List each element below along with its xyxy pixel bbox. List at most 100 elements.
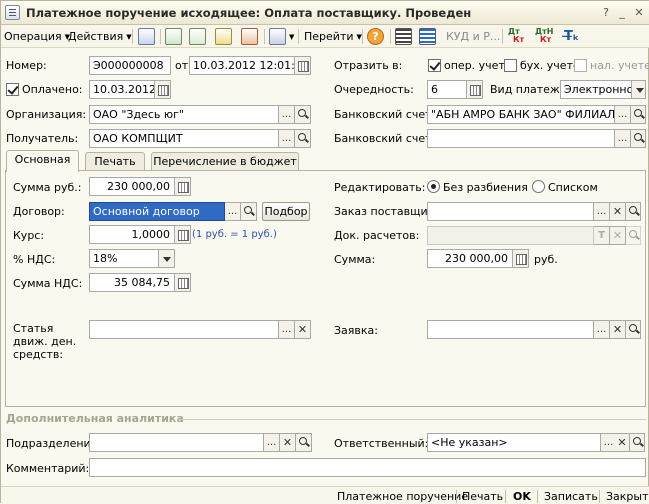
clear-icon[interactable]: ✕ xyxy=(280,433,296,452)
search-icon[interactable] xyxy=(626,202,641,221)
tax-accounting-checkbox[interactable] xyxy=(574,59,587,72)
print-payment-order-link[interactable]: Платежное поручение xyxy=(337,490,468,503)
search-icon[interactable] xyxy=(241,202,257,221)
close-button[interactable]: Закрыть xyxy=(606,490,649,503)
select-ellipsis-icon[interactable]: ... xyxy=(615,105,631,124)
kudir-button[interactable]: КУД и Р... xyxy=(446,28,500,45)
sum2-field[interactable]: 230 000,00 xyxy=(427,249,513,268)
based-on-dropdown[interactable]: ▼ xyxy=(286,28,294,45)
tab-main[interactable]: Основная xyxy=(6,150,79,172)
ok-button[interactable]: OK xyxy=(513,490,531,503)
edit-no-split-radio[interactable] xyxy=(427,180,440,193)
clear-icon[interactable]: ✕ xyxy=(295,320,311,339)
select-ellipsis-icon[interactable]: ... xyxy=(279,320,295,339)
save-button[interactable]: Записать xyxy=(544,490,598,503)
clear-icon[interactable]: ✕ xyxy=(615,433,630,452)
post-icon[interactable] xyxy=(215,28,232,45)
oper-accounting-label: опер. учете xyxy=(444,59,512,72)
recipient-field[interactable]: ОАО КОМПЩИТ xyxy=(89,129,279,148)
edit-list-radio[interactable] xyxy=(532,180,545,193)
document-window: Платежное поручение исходящее: Оплата по… xyxy=(0,0,649,504)
operation-menu[interactable]: Операция ▼ xyxy=(4,28,70,45)
calculator-icon[interactable] xyxy=(175,225,191,244)
clear-icon[interactable]: ✕ xyxy=(610,320,626,339)
responsible-label: Ответственный: xyxy=(334,437,429,450)
vat-sum-field[interactable]: 35 084,75 xyxy=(89,273,175,292)
buh-accounting-checkbox[interactable] xyxy=(504,59,517,72)
vat-select[interactable]: 18% xyxy=(89,249,159,268)
chevron-down-icon[interactable] xyxy=(632,80,646,99)
sum-field[interactable]: 230 000,00 xyxy=(89,177,175,196)
based-on-icon[interactable] xyxy=(269,28,286,45)
recipient-bank-field[interactable] xyxy=(427,129,615,148)
calculator-icon[interactable] xyxy=(175,177,191,196)
select-contract-button[interactable]: Подбор xyxy=(262,202,310,221)
clear-icon[interactable]: ✕ xyxy=(610,202,626,221)
comment-field[interactable] xyxy=(89,458,646,477)
select-ellipsis-icon[interactable]: ... xyxy=(594,320,610,339)
select-ellipsis-icon[interactable]: ... xyxy=(264,433,280,452)
paid-label: Оплачено: xyxy=(22,83,83,96)
tax-accounting-label: нал. учете xyxy=(590,59,649,72)
chevron-down-icon[interactable] xyxy=(159,249,175,268)
calendar-icon[interactable] xyxy=(467,80,483,99)
responsible-field[interactable]: <Не указан> xyxy=(427,433,601,452)
request-field[interactable] xyxy=(427,320,594,339)
select-ellipsis-icon[interactable]: ... xyxy=(225,202,241,221)
search-icon[interactable] xyxy=(626,320,641,339)
search-icon[interactable] xyxy=(296,433,312,452)
dtn-kt-icon[interactable]: ДтН Кт xyxy=(535,28,553,45)
minimize-icon[interactable]: _ xyxy=(615,6,629,20)
org-label: Организация: xyxy=(6,108,87,121)
org-field[interactable]: ОАО "Здесь юг" xyxy=(89,105,279,124)
unpost-icon[interactable] xyxy=(241,28,258,45)
tax-icon[interactable]: T̶ₖ xyxy=(564,28,579,45)
tab-budget-transfer[interactable]: Перечисление в бюджет xyxy=(151,152,299,172)
priority-field[interactable]: 6 xyxy=(427,80,467,99)
actions-menu[interactable]: Действия ▼ xyxy=(68,28,132,45)
save-doc-icon[interactable] xyxy=(138,28,155,45)
department-field[interactable] xyxy=(89,433,264,452)
calendar-icon[interactable] xyxy=(295,56,311,75)
tab-print[interactable]: Печать xyxy=(85,152,145,172)
copy-icon[interactable] xyxy=(189,28,206,45)
recipient-bank-label: Банковский счет: xyxy=(334,132,436,145)
date-field[interactable]: 10.03.2012 12:01:49 xyxy=(189,56,295,75)
select-ellipsis-icon[interactable]: ... xyxy=(615,129,631,148)
contract-field[interactable]: Основной договор xyxy=(89,202,225,221)
calendar-icon[interactable] xyxy=(155,80,171,99)
refresh-icon[interactable] xyxy=(165,28,182,45)
paid-checkbox[interactable] xyxy=(6,83,19,96)
print-button[interactable]: Печать xyxy=(462,490,503,503)
type-icon[interactable]: T xyxy=(594,226,610,245)
select-ellipsis-icon[interactable]: ... xyxy=(279,105,295,124)
number-field[interactable]: Э000000008 xyxy=(89,56,171,75)
paid-date-field[interactable]: 10.03.2012 xyxy=(89,80,155,99)
structure-icon[interactable] xyxy=(419,28,436,45)
search-icon[interactable] xyxy=(295,129,311,148)
search-icon[interactable] xyxy=(631,105,646,124)
goto-menu[interactable]: Перейти ▼ xyxy=(304,28,362,45)
clear-icon[interactable]: ✕ xyxy=(610,226,626,245)
recipient-label: Получатель: xyxy=(6,132,79,145)
rate-field[interactable]: 1,0000 xyxy=(89,225,175,244)
search-icon[interactable] xyxy=(631,129,646,148)
calculator-icon[interactable] xyxy=(513,249,529,268)
select-ellipsis-icon[interactable]: ... xyxy=(279,129,295,148)
list-icon[interactable] xyxy=(395,28,412,45)
settlement-doc-field[interactable] xyxy=(427,226,594,245)
cashflow-field[interactable] xyxy=(89,320,279,339)
oper-accounting-checkbox[interactable] xyxy=(428,59,441,72)
calculator-icon[interactable] xyxy=(175,273,191,292)
select-ellipsis-icon[interactable]: ... xyxy=(594,202,610,221)
bank-account-field[interactable]: "АБН АМРО БАНК ЗАО" ФИЛИАЛ В... xyxy=(427,105,615,124)
search-icon[interactable] xyxy=(626,226,641,245)
search-icon[interactable] xyxy=(295,105,311,124)
close-icon[interactable]: ✕ xyxy=(632,6,646,20)
help-icon[interactable]: ? xyxy=(599,6,613,20)
dt-kt-icon[interactable]: Дт Кт xyxy=(508,28,524,45)
paytype-select[interactable]: Электронно xyxy=(560,80,632,99)
supplier-order-field[interactable] xyxy=(427,202,594,221)
search-icon[interactable] xyxy=(630,433,645,452)
help-circle-icon[interactable]: ? xyxy=(367,28,384,45)
